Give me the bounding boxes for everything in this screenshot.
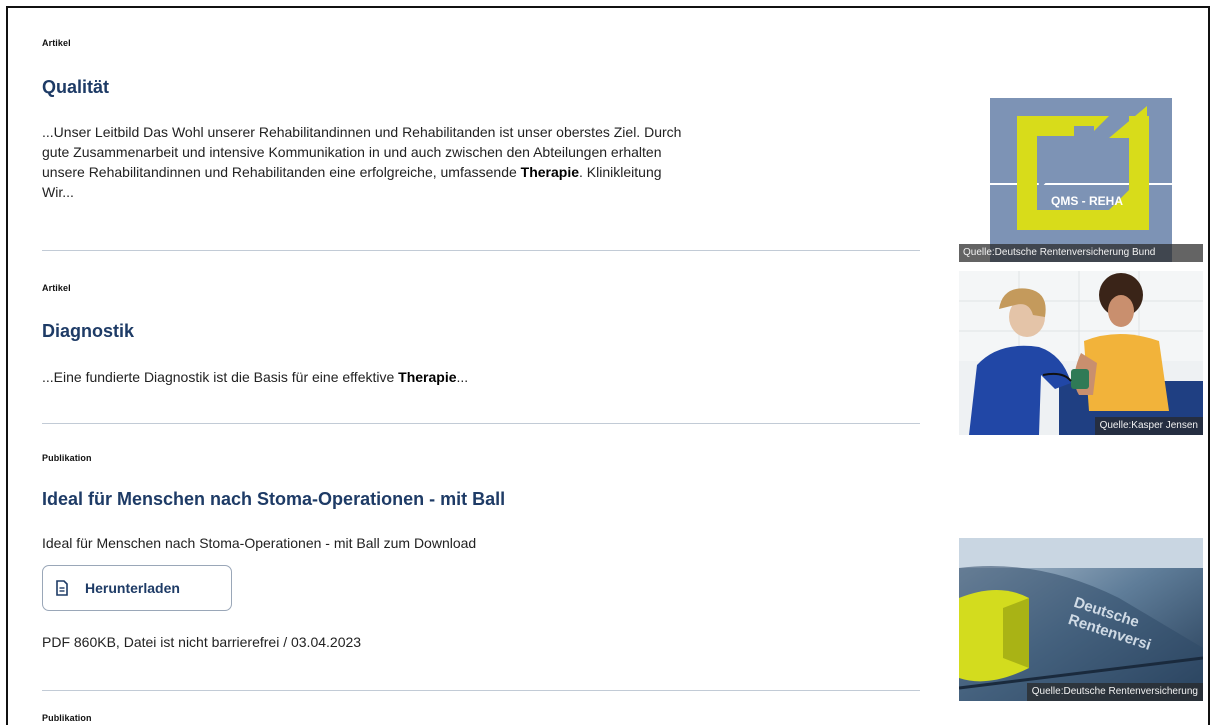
download-button-label: Herunterladen — [85, 580, 180, 596]
result-type-label: Artikel — [42, 283, 71, 293]
result-thumbnail[interactable]: Deutsche Rentenversi Quelle:Deutsche Ren… — [959, 538, 1203, 701]
result-snippet: ...Unser Leitbild Das Wohl unserer Rehab… — [42, 122, 692, 202]
result-divider — [42, 250, 920, 251]
qms-reha-logo-icon — [990, 98, 1172, 262]
image-caption: Quelle:Deutsche Rentenversicherung Bund — [959, 244, 1203, 262]
search-result: Publikation — [42, 453, 922, 463]
result-type-label: Artikel — [42, 38, 71, 48]
result-divider — [42, 423, 920, 424]
snippet-text: Ideal für Menschen nach Stoma-Operatione… — [42, 535, 477, 551]
result-type-label: Publikation — [42, 453, 92, 463]
result-title-link[interactable]: Qualität — [42, 77, 922, 98]
result-title-link[interactable]: Diagnostik — [42, 321, 922, 342]
search-results-frame: Artikel Qualität ...Unser Leitbild Das W… — [6, 6, 1210, 725]
result-thumbnail[interactable]: Quelle:Kasper Jensen — [959, 271, 1203, 435]
snippet-text: ...Eine fundierte Diagnostik ist die Bas… — [42, 369, 399, 385]
result-divider — [42, 690, 920, 691]
document-icon — [56, 580, 68, 596]
result-type-label: Publikation — [42, 713, 92, 723]
search-result: Artikel — [42, 283, 922, 293]
snippet-text-end: ... — [456, 369, 469, 385]
blood-pressure-photo-icon — [959, 271, 1203, 435]
result-snippet: Ideal für Menschen nach Stoma-Operatione… — [42, 533, 692, 553]
snippet-highlight: Therapie — [398, 369, 457, 385]
search-result: Artikel — [42, 38, 922, 48]
image-caption: Quelle:Deutsche Rentenversicherung — [1026, 683, 1203, 701]
search-result: Publikation — [42, 713, 922, 723]
result-snippet: ...Eine fundierte Diagnostik ist die Bas… — [42, 367, 692, 387]
logo-text: QMS - REHA — [1051, 194, 1123, 208]
snippet-highlight: Therapie — [520, 164, 580, 180]
result-thumbnail[interactable]: QMS - REHA Quelle:Deutsche Rentenversich… — [959, 98, 1203, 262]
file-meta: PDF 860KB, Datei ist nicht barrierefrei … — [42, 634, 362, 650]
download-button[interactable]: Herunterladen — [42, 565, 232, 611]
image-caption: Quelle:Kasper Jensen — [1094, 417, 1203, 435]
result-title-link[interactable]: Ideal für Menschen nach Stoma-Operatione… — [42, 489, 922, 510]
